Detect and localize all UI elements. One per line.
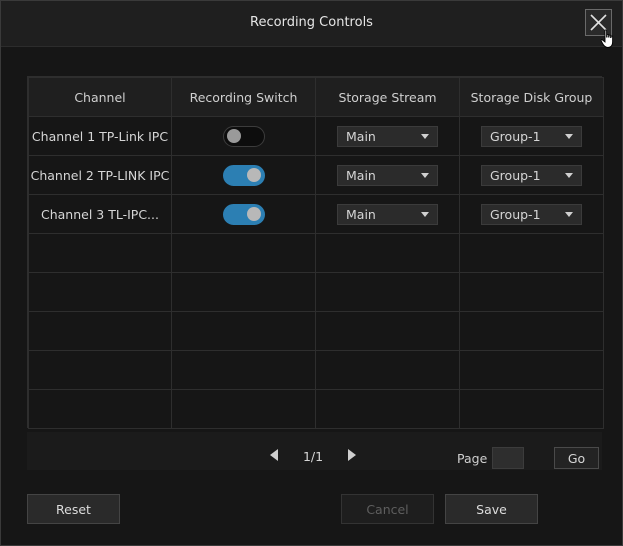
table-header-row: Channel Recording Switch Storage Stream … bbox=[28, 77, 604, 117]
empty-table-row bbox=[28, 311, 604, 351]
empty-table-row bbox=[28, 350, 604, 390]
column-header-storage-disk-group: Storage Disk Group bbox=[459, 77, 604, 117]
storage-disk-group-select[interactable]: Group-1 bbox=[481, 125, 582, 147]
hand-cursor-icon bbox=[600, 29, 614, 48]
cancel-button[interactable]: Cancel bbox=[341, 494, 434, 524]
table-row: Channel 3 TL-IPC... Main Group-1 bbox=[28, 194, 604, 234]
empty-table-row bbox=[28, 272, 604, 312]
recording-controls-dialog: Recording Controls Channel Recording Swi… bbox=[0, 0, 623, 546]
go-button[interactable]: Go bbox=[554, 447, 599, 469]
channel-name: Channel 2 TP-LINK IPC bbox=[28, 155, 172, 195]
channel-name: Channel 1 TP-Link IPC bbox=[28, 116, 172, 156]
pagination-bar: 1/1 Page Go bbox=[27, 432, 602, 470]
page-number-input[interactable] bbox=[492, 447, 524, 469]
recording-switch-toggle[interactable] bbox=[222, 125, 265, 147]
recording-switch-toggle[interactable] bbox=[222, 164, 265, 186]
dialog-titlebar: Recording Controls bbox=[1, 1, 622, 48]
dropdown-arrow-icon bbox=[421, 133, 429, 139]
recording-switch-toggle[interactable] bbox=[222, 203, 265, 225]
column-header-storage-stream: Storage Stream bbox=[315, 77, 460, 117]
page-label: Page bbox=[457, 451, 488, 466]
prev-page-icon[interactable] bbox=[270, 449, 278, 461]
table-row: Channel 1 TP-Link IPC Main Group-1 bbox=[28, 116, 604, 156]
recording-table-container: Channel Recording Switch Storage Stream … bbox=[27, 76, 604, 429]
toggle-knob bbox=[246, 167, 261, 182]
storage-disk-group-select[interactable]: Group-1 bbox=[481, 164, 582, 186]
storage-stream-select[interactable]: Main bbox=[337, 164, 438, 186]
storage-stream-value: Main bbox=[346, 128, 376, 144]
storage-stream-select[interactable]: Main bbox=[337, 203, 438, 225]
empty-table-row bbox=[28, 389, 604, 429]
dropdown-arrow-icon bbox=[565, 172, 573, 178]
table-row: Channel 2 TP-LINK IPC Main Group-1 bbox=[28, 155, 604, 195]
dropdown-arrow-icon bbox=[565, 133, 573, 139]
channel-name: Channel 3 TL-IPC... bbox=[28, 194, 172, 234]
recording-table: Channel Recording Switch Storage Stream … bbox=[28, 77, 604, 429]
storage-stream-value: Main bbox=[346, 167, 376, 183]
toggle-knob bbox=[226, 128, 241, 143]
dialog-title: Recording Controls bbox=[250, 15, 373, 30]
storage-stream-select[interactable]: Main bbox=[337, 125, 438, 147]
dropdown-arrow-icon bbox=[421, 211, 429, 217]
dropdown-arrow-icon bbox=[565, 211, 573, 217]
storage-disk-group-value: Group-1 bbox=[490, 206, 541, 222]
page-indicator: 1/1 bbox=[302, 449, 324, 464]
next-page-icon[interactable] bbox=[348, 449, 356, 461]
save-button[interactable]: Save bbox=[445, 494, 538, 524]
empty-table-row bbox=[28, 233, 604, 273]
storage-disk-group-value: Group-1 bbox=[490, 167, 541, 183]
dropdown-arrow-icon bbox=[421, 172, 429, 178]
storage-disk-group-value: Group-1 bbox=[490, 128, 541, 144]
storage-stream-value: Main bbox=[346, 206, 376, 222]
reset-button[interactable]: Reset bbox=[27, 494, 120, 524]
storage-disk-group-select[interactable]: Group-1 bbox=[481, 203, 582, 225]
column-header-channel: Channel bbox=[28, 77, 172, 117]
column-header-recording-switch: Recording Switch bbox=[171, 77, 316, 117]
toggle-knob bbox=[246, 206, 261, 221]
